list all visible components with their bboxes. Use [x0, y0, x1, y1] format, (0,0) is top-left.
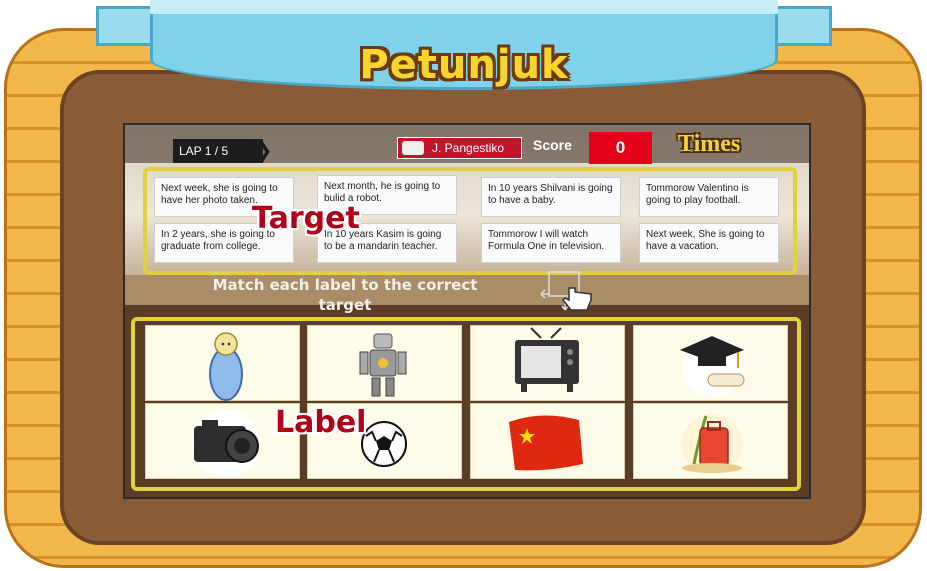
label-tile-robot[interactable] — [307, 325, 462, 401]
drag-hand-icon — [540, 271, 592, 311]
baby-icon — [209, 332, 243, 401]
target-card-4[interactable]: Tommorow Valentino is going to play foot… — [639, 177, 779, 217]
label-tile-flag[interactable] — [470, 403, 625, 479]
target-overlay-label: Target — [252, 201, 360, 236]
vr-headset-icon — [402, 141, 424, 155]
robot-icon — [359, 333, 407, 397]
score-value: 0 — [589, 132, 652, 164]
ribbon-highlight — [150, 0, 778, 14]
times-label: Times — [678, 131, 741, 157]
lap-arrows-icon: ❯❯ — [245, 138, 272, 162]
label-tile-vacation[interactable] — [633, 403, 788, 479]
player-badge: J. Pangestiko — [397, 137, 522, 159]
television-icon — [515, 327, 579, 392]
game-screen: LAP 1 / 5 ❯❯ J. Pangestiko Score 0 Times… — [123, 123, 811, 499]
china-flag-icon — [509, 415, 583, 471]
instruction-text: Match each label to the correct target — [212, 276, 478, 314]
label-tile-television[interactable] — [470, 325, 625, 401]
label-tile-graduation[interactable] — [633, 325, 788, 401]
label-tile-baby[interactable] — [145, 325, 300, 401]
suitcase-icon — [682, 414, 742, 474]
target-card-3[interactable]: In 10 years Shilvani is going to have a … — [481, 177, 621, 217]
player-name: J. Pangestiko — [432, 141, 505, 155]
target-card-7[interactable]: Tommorow I will watch Formula One in tel… — [481, 223, 621, 263]
target-card-8[interactable]: Next week, She is going to have a vacati… — [639, 223, 779, 263]
label-overlay-label: Label — [275, 405, 367, 440]
page-title: Petunjuk — [359, 42, 569, 88]
graduation-cap-icon — [680, 336, 745, 396]
score-label: Score — [533, 137, 572, 153]
